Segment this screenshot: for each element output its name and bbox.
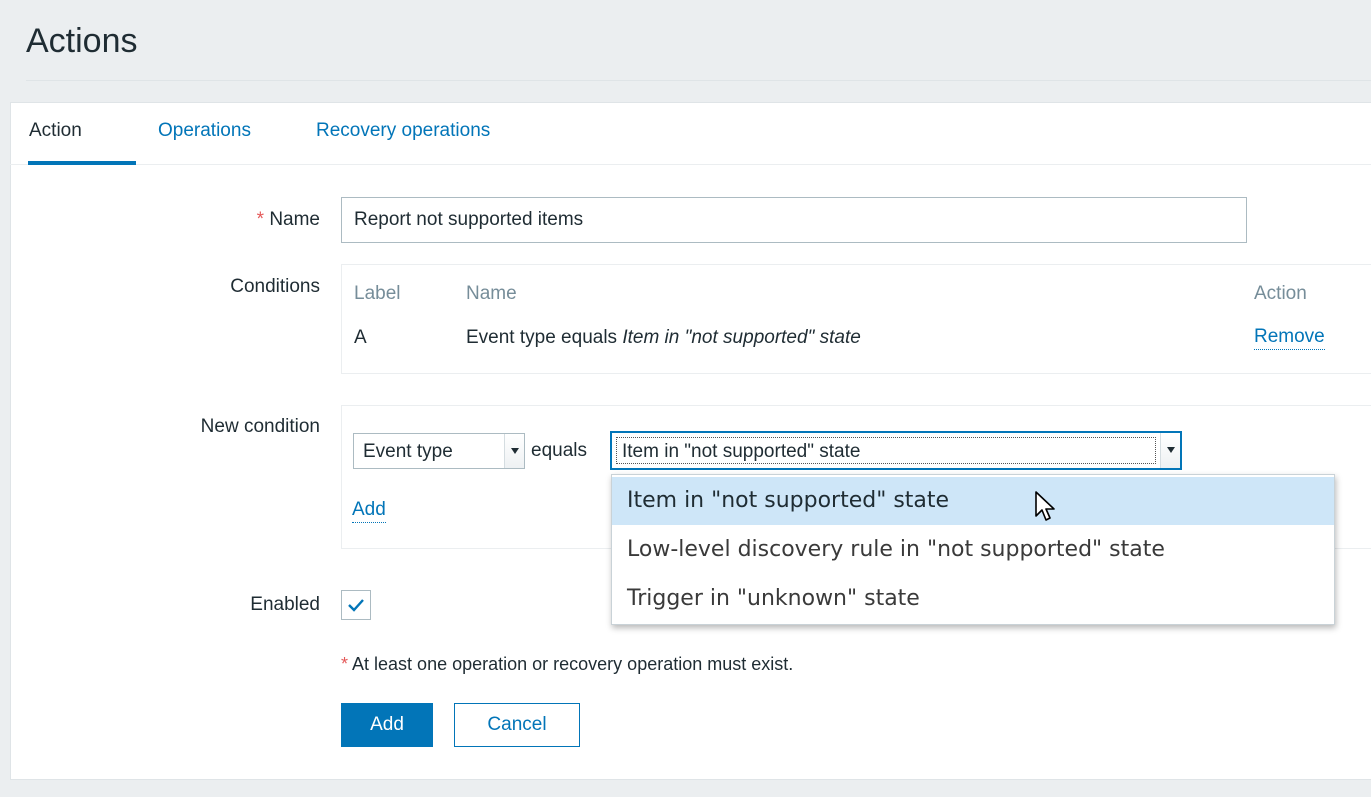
conditions-table: Label Name Action A Event type equals It… — [341, 264, 1371, 374]
dropdown-option[interactable]: Trigger in "unknown" state — [612, 575, 1334, 623]
condition-type-value: Event type — [363, 441, 453, 462]
name-label-text: Name — [269, 209, 320, 230]
new-condition-label: New condition — [200, 416, 320, 437]
enabled-label: Enabled — [250, 594, 320, 615]
enabled-checkbox[interactable] — [341, 590, 371, 620]
tab-action[interactable]: Action — [29, 120, 82, 142]
condition-type-select[interactable]: Event type — [353, 433, 525, 469]
active-tab-indicator — [28, 161, 136, 165]
page-title: Actions — [26, 22, 138, 60]
cancel-button[interactable]: Cancel — [454, 703, 580, 747]
condition-name-prefix: Event type equals — [466, 327, 618, 348]
required-mark: * — [341, 654, 349, 674]
chevron-down-icon — [1160, 433, 1180, 468]
condition-value-text: Item in "not supported" state — [622, 441, 861, 462]
tab-operations[interactable]: Operations — [158, 120, 251, 142]
dropdown-option[interactable]: Item in "not supported" state — [612, 477, 1334, 525]
column-header-action: Action — [1254, 283, 1307, 304]
required-note: * At least one operation or recovery ope… — [341, 654, 793, 675]
tab-bar: Action Operations Recovery operations — [10, 102, 1371, 165]
remove-condition-link[interactable]: Remove — [1254, 325, 1325, 350]
condition-label-cell: A — [354, 327, 367, 348]
name-label: * Name — [200, 209, 320, 231]
dropdown-option[interactable]: Low-level discovery rule in "not support… — [612, 526, 1334, 574]
condition-name-value: Item in "not supported" state — [622, 327, 861, 348]
condition-name-cell: Event type equals Item in "not supported… — [466, 327, 861, 349]
add-condition-link[interactable]: Add — [352, 498, 386, 523]
required-mark: * — [256, 209, 265, 230]
condition-value-select[interactable]: Item in "not supported" state — [610, 431, 1182, 470]
checkmark-icon — [348, 599, 364, 612]
name-input[interactable] — [341, 197, 1247, 243]
add-button[interactable]: Add — [341, 703, 433, 747]
header-divider — [26, 80, 1371, 81]
condition-value-dropdown: Item in "not supported" state Low-level … — [611, 474, 1335, 625]
chevron-down-icon — [504, 434, 524, 468]
column-header-label: Label — [354, 283, 401, 304]
column-header-name: Name — [466, 283, 517, 304]
operator-text: equals — [531, 440, 587, 461]
required-note-text: At least one operation or recovery opera… — [352, 654, 794, 674]
mouse-pointer-icon — [1035, 491, 1055, 521]
conditions-label: Conditions — [230, 276, 320, 297]
tab-recovery-operations[interactable]: Recovery operations — [316, 120, 490, 142]
